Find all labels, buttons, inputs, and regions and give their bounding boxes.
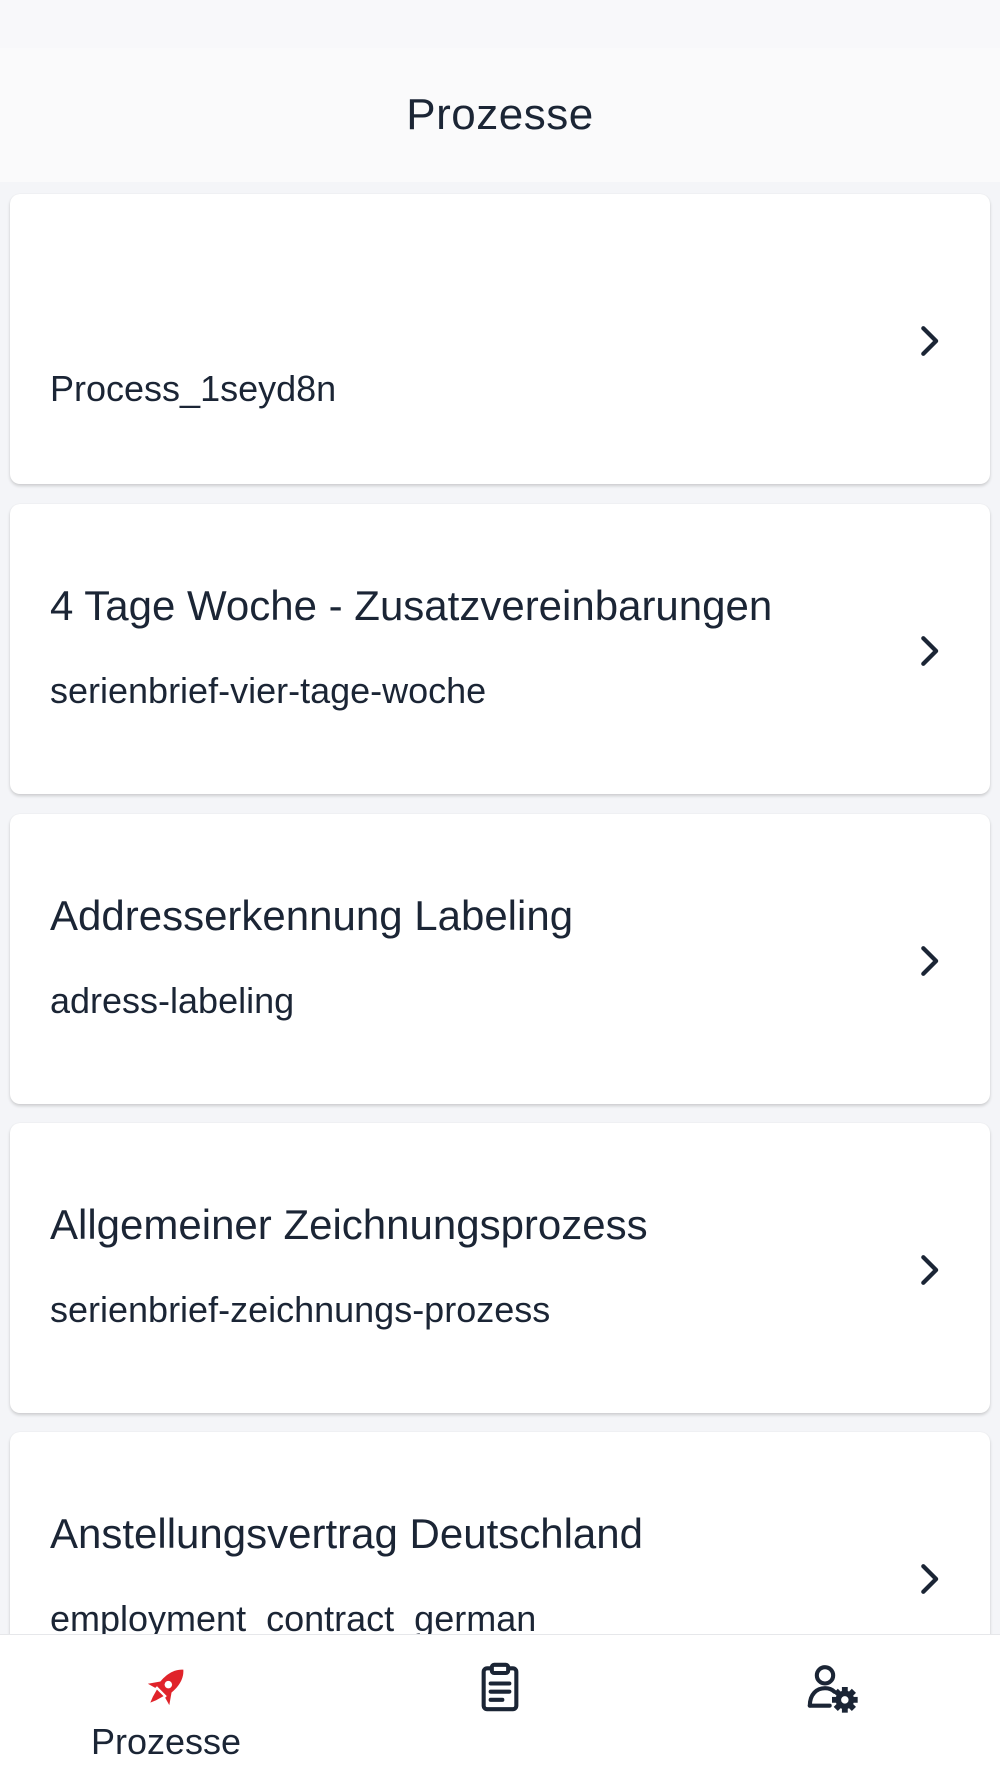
process-list[interactable]: Process_1seyd8n 4 Tage Woche - Zusatzver… [0, 182, 1000, 1634]
chevron-right-icon [921, 946, 939, 976]
tab-bar: Prozesse [0, 1634, 1000, 1778]
process-name: Addresserkennung Labeling [50, 892, 574, 939]
chevron-right-icon [921, 1564, 939, 1594]
process-key: serienbrief-vier-tage-woche [50, 670, 487, 711]
process-name: 4 Tage Woche - Zusatzvereinbarungen [50, 582, 773, 629]
chevron-right-icon [921, 636, 939, 666]
process-card[interactable]: Allgemeiner Zeichnungsprozess serienbrie… [10, 1123, 990, 1413]
process-card[interactable]: Process_1seyd8n [10, 194, 990, 484]
tab-tasks[interactable] [440, 1635, 560, 1778]
status-bar [0, 0, 1000, 48]
process-card[interactable]: Anstellungsvertrag Deutschland employmen… [10, 1432, 990, 1634]
tab-label: Prozesse [90, 1721, 242, 1762]
process-key: serienbrief-zeichnungs-prozess [50, 1289, 551, 1330]
user-settings-icon [807, 1665, 858, 1713]
rocket-icon [147, 1669, 184, 1706]
clipboard-icon [481, 1662, 519, 1712]
process-card[interactable]: 4 Tage Woche - Zusatzvereinbarungen seri… [10, 504, 990, 794]
header: Prozesse [0, 48, 1000, 182]
process-key: Process_1seyd8n [50, 368, 337, 409]
tab-settings[interactable] [772, 1635, 892, 1778]
tab-prozesse[interactable]: Prozesse [60, 1635, 272, 1778]
page-title: Prozesse [406, 90, 594, 139]
process-card[interactable]: Addresserkennung Labeling adress-labelin… [10, 814, 990, 1104]
process-key: employment_contract_german [50, 1598, 537, 1634]
process-key: adress-labeling [50, 980, 295, 1021]
chevron-right-icon [921, 1255, 939, 1285]
chevron-right-icon [921, 326, 939, 356]
process-name: Allgemeiner Zeichnungsprozess [50, 1201, 648, 1248]
process-name: Anstellungsvertrag Deutschland [50, 1510, 644, 1557]
